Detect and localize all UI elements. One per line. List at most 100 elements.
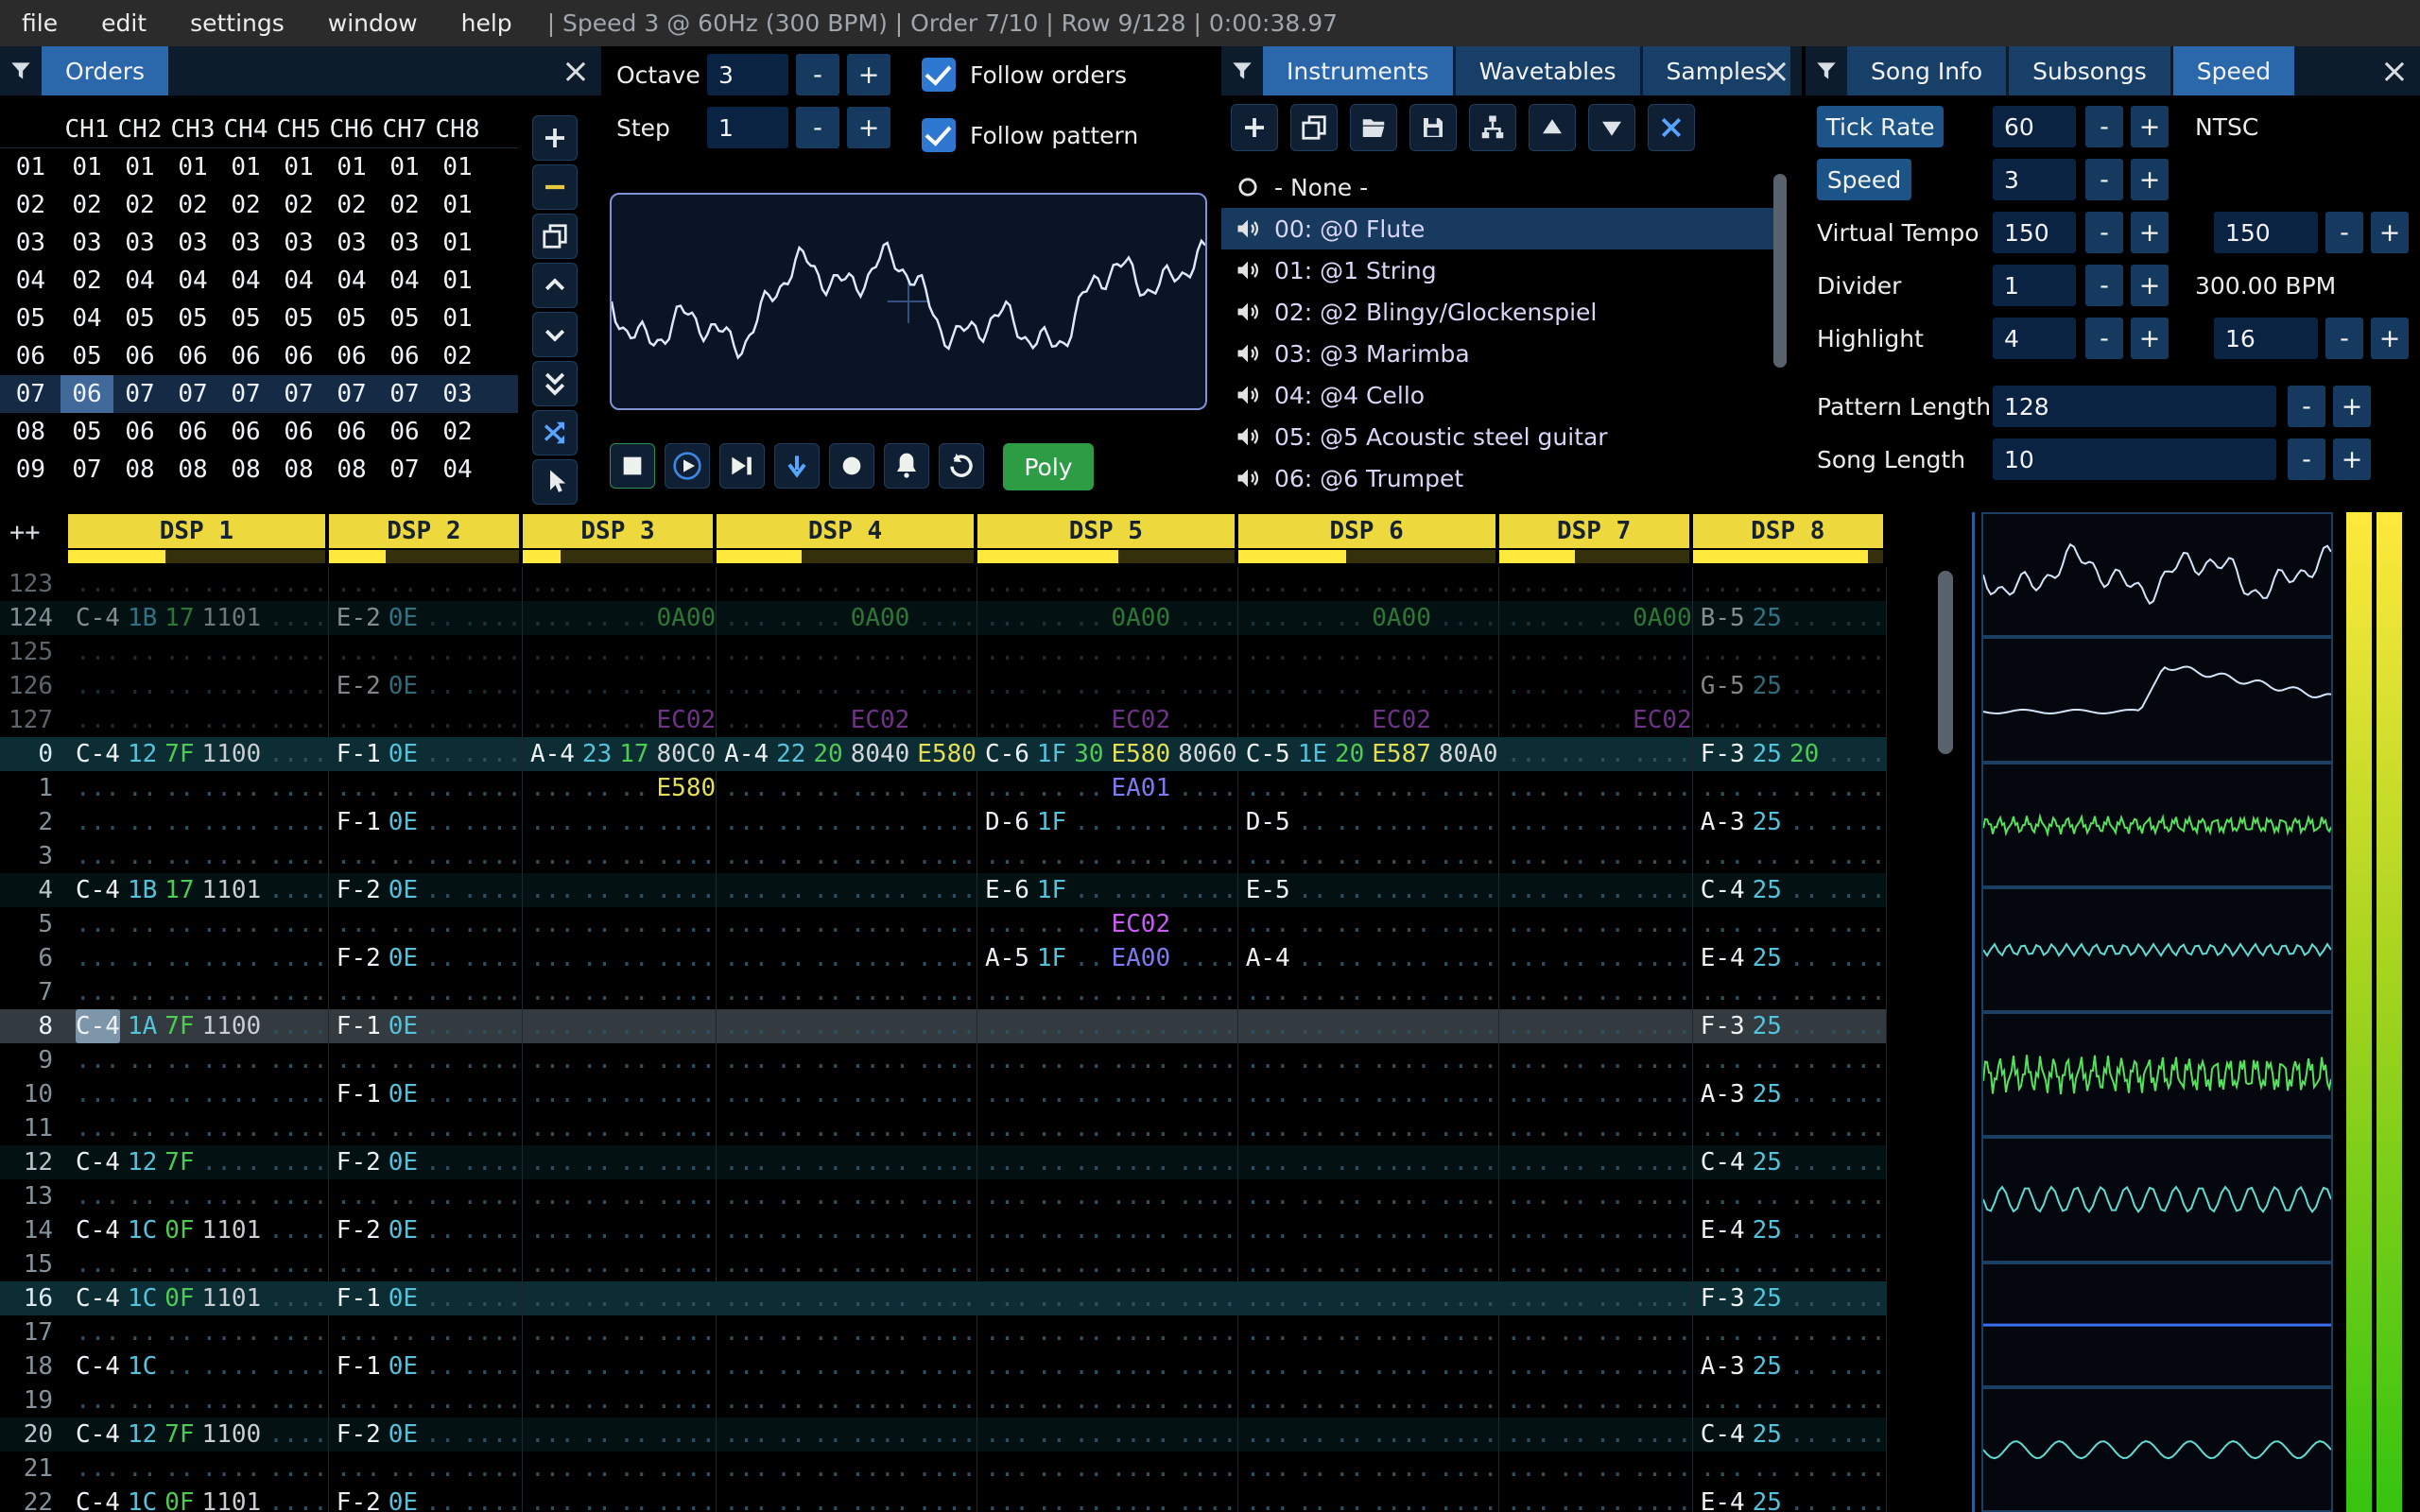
- volume-segment[interactable]: ..: [813, 771, 842, 805]
- effect-segment[interactable]: EA01: [1111, 771, 1170, 805]
- effect-segment[interactable]: ....: [1178, 1418, 1237, 1452]
- effect-segment[interactable]: ....: [1633, 975, 1692, 1009]
- effect-segment[interactable]: ....: [1439, 1418, 1498, 1452]
- effect-segment[interactable]: ....: [1826, 1145, 1886, 1179]
- volume-segment[interactable]: 7F: [164, 1418, 194, 1452]
- pattern-cell[interactable]: ...............: [717, 1043, 977, 1077]
- speed-input[interactable]: 3: [1993, 159, 2076, 200]
- instrument-segment[interactable]: 23: [582, 737, 612, 771]
- instrument-segment[interactable]: 1F: [1037, 805, 1066, 839]
- order-cell[interactable]: 01: [431, 300, 484, 337]
- volume-segment[interactable]: ..: [1335, 1281, 1364, 1315]
- effect-segment[interactable]: ....: [1826, 737, 1886, 771]
- note-segment[interactable]: ...: [724, 1111, 769, 1145]
- effect-segment[interactable]: ....: [917, 703, 977, 737]
- order-cell[interactable]: 08: [325, 451, 378, 489]
- instrument-segment[interactable]: 25: [1753, 1281, 1782, 1315]
- pattern-cell[interactable]: ...........: [1499, 907, 1693, 941]
- pattern-cell[interactable]: ...........: [523, 1179, 717, 1213]
- pattern-cell[interactable]: ...........: [329, 1179, 523, 1213]
- pattern-cell[interactable]: C-4 1C 0F 1101....: [68, 1281, 329, 1315]
- effect-segment[interactable]: ....: [917, 1315, 977, 1349]
- volume-segment[interactable]: ..: [1335, 907, 1364, 941]
- follow-pattern-checkbox[interactable]: [922, 118, 956, 152]
- effect-segment[interactable]: ....: [851, 1111, 910, 1145]
- instrument-segment[interactable]: ..: [1298, 1315, 1327, 1349]
- note-segment[interactable]: ...: [1507, 1349, 1551, 1383]
- volume-segment[interactable]: ..: [1074, 805, 1103, 839]
- effect-segment[interactable]: ....: [202, 1315, 262, 1349]
- volume-segment[interactable]: ..: [1074, 907, 1103, 941]
- instrument-segment[interactable]: ..: [1753, 1452, 1782, 1486]
- effect-segment[interactable]: ....: [268, 771, 328, 805]
- effect-segment[interactable]: ....: [268, 1009, 328, 1043]
- order-cell[interactable]: 02: [113, 186, 166, 224]
- pattern-cell[interactable]: ...........: [329, 839, 523, 873]
- pattern-cell[interactable]: ...........: [523, 839, 717, 873]
- pattern-cell[interactable]: ...............: [977, 1213, 1238, 1247]
- volume-segment[interactable]: ..: [1335, 1315, 1364, 1349]
- note-segment[interactable]: F-1: [337, 1077, 381, 1111]
- octave-decrease-button[interactable]: -: [796, 54, 839, 95]
- pattern-cell[interactable]: ...........: [1499, 1281, 1693, 1315]
- effect-segment[interactable]: ....: [1439, 1452, 1498, 1486]
- pattern-cell[interactable]: F-2 0E......: [329, 941, 523, 975]
- effect-segment[interactable]: ....: [1633, 805, 1692, 839]
- volume-segment[interactable]: ..: [1789, 1486, 1819, 1512]
- instrument-segment[interactable]: 0E: [389, 1213, 418, 1247]
- instrument-segment[interactable]: ..: [1298, 1077, 1327, 1111]
- volume-segment[interactable]: ..: [1074, 567, 1103, 601]
- pattern-cell[interactable]: ...............: [68, 1077, 329, 1111]
- volume-segment[interactable]: ..: [1335, 1213, 1364, 1247]
- effect-segment[interactable]: ....: [851, 805, 910, 839]
- pattern-cell[interactable]: ...........: [1499, 975, 1693, 1009]
- order-cell[interactable]: 01: [60, 148, 113, 186]
- note-segment[interactable]: ...: [724, 1281, 769, 1315]
- note-segment[interactable]: ...: [1701, 1043, 1745, 1077]
- volume-segment[interactable]: ..: [813, 873, 842, 907]
- effect-segment[interactable]: 1100: [202, 737, 262, 771]
- order-cell[interactable]: 04: [272, 262, 325, 300]
- instrument-segment[interactable]: ..: [776, 1247, 805, 1281]
- move-up-button[interactable]: [532, 263, 578, 308]
- effect-segment[interactable]: ....: [657, 1247, 717, 1281]
- window-menu-icon[interactable]: [0, 46, 42, 95]
- note-segment[interactable]: ...: [1701, 1383, 1745, 1418]
- effect-segment[interactable]: ....: [1826, 1281, 1886, 1315]
- pattern-cell[interactable]: ...........: [1499, 1145, 1693, 1179]
- pattern-cell[interactable]: ....... EC02....: [977, 703, 1238, 737]
- instrument-segment[interactable]: ..: [128, 1043, 157, 1077]
- pattern-cell[interactable]: F-1 0E......: [329, 805, 523, 839]
- effect-segment[interactable]: ....: [1633, 907, 1692, 941]
- instrument-segment[interactable]: ..: [389, 1247, 418, 1281]
- instrument-segment[interactable]: ..: [1298, 873, 1327, 907]
- instrument-segment[interactable]: ..: [776, 1486, 805, 1512]
- effect-segment[interactable]: ....: [917, 1179, 977, 1213]
- note-segment[interactable]: E-5: [1246, 873, 1290, 907]
- note-segment[interactable]: ...: [76, 1315, 120, 1349]
- volume-segment[interactable]: ..: [164, 1452, 194, 1486]
- instrument-segment[interactable]: ..: [776, 1077, 805, 1111]
- close-icon[interactable]: ×: [562, 46, 590, 95]
- instruments-scrollbar[interactable]: [1773, 174, 1787, 368]
- pattern-cell[interactable]: F-1 0E......: [329, 1281, 523, 1315]
- volume-segment[interactable]: ..: [1596, 1486, 1625, 1512]
- effect-segment[interactable]: ....: [1178, 805, 1237, 839]
- virtual-tempo-num-increase-button[interactable]: +: [2131, 212, 2169, 253]
- effect-segment[interactable]: ....: [1111, 1247, 1170, 1281]
- pattern-cell[interactable]: F-2 0E......: [329, 873, 523, 907]
- pattern-cell[interactable]: ...........: [523, 567, 717, 601]
- order-cell[interactable]: 03: [60, 224, 113, 262]
- note-segment[interactable]: ...: [1246, 1043, 1290, 1077]
- note-segment[interactable]: ...: [724, 669, 769, 703]
- volume-segment[interactable]: ..: [1335, 1009, 1364, 1043]
- effect-segment[interactable]: ....: [1372, 1315, 1431, 1349]
- pattern-cell[interactable]: ...........: [1693, 1111, 1887, 1145]
- effect-segment[interactable]: ....: [1178, 839, 1237, 873]
- instrument-segment[interactable]: ..: [776, 601, 805, 635]
- instrument-segment[interactable]: ..: [1558, 1009, 1587, 1043]
- effect-segment[interactable]: ....: [462, 1349, 522, 1383]
- pattern-cell[interactable]: ...........: [1499, 1349, 1693, 1383]
- effect-segment[interactable]: 80C0: [657, 737, 717, 771]
- pattern-cell[interactable]: ...............: [717, 1315, 977, 1349]
